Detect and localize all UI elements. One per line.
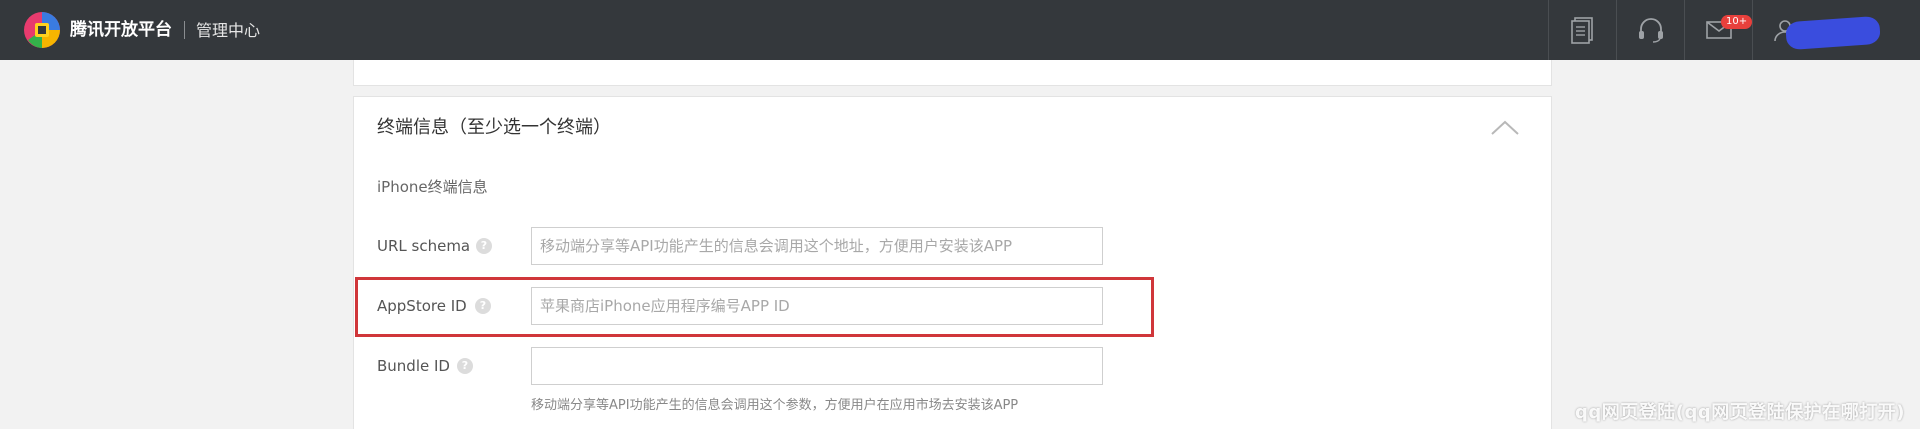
url-schema-row: URL schema ?: [354, 224, 1553, 268]
bundle-id-label: Bundle ID: [377, 357, 450, 375]
url-schema-input[interactable]: [531, 227, 1103, 265]
help-icon[interactable]: ?: [457, 358, 473, 374]
customer-service-button[interactable]: [1616, 0, 1684, 60]
messages-button[interactable]: 10+: [1684, 0, 1753, 60]
section-title: 终端信息（至少选一个终端）: [377, 117, 611, 138]
document-icon: [1570, 17, 1593, 44]
terminal-info-card: 终端信息（至少选一个终端） iPhone终端信息 URL schema ? Ap…: [353, 96, 1552, 429]
annotation-highlight-box: [355, 277, 1154, 337]
bundle-id-hint: 移动端分享等API功能产生的信息会调用这个参数，方便用户在应用市场去安装该APP: [531, 398, 1019, 413]
previous-section-card: [353, 60, 1552, 86]
watermark-text: qq网页登陆(qq网页登陆保护在哪打开): [1575, 402, 1905, 423]
headset-icon: [1638, 18, 1663, 43]
brand-name[interactable]: 腾讯开放平台: [70, 18, 172, 42]
help-icon[interactable]: ?: [476, 238, 492, 254]
management-center-link[interactable]: 管理中心: [196, 19, 260, 43]
bundle-id-row: Bundle ID ?: [354, 344, 1553, 388]
iphone-terminal-subtitle: iPhone终端信息: [377, 178, 488, 196]
documents-button[interactable]: [1548, 0, 1616, 60]
chevron-up-icon[interactable]: [1490, 117, 1520, 137]
brand-divider: [184, 21, 185, 39]
bundle-id-input[interactable]: [531, 347, 1103, 385]
url-schema-label: URL schema: [377, 237, 471, 255]
mail-count-badge: 10+: [1721, 15, 1753, 29]
top-navigation-bar: 腾讯开放平台 管理中心 10+: [0, 0, 1920, 60]
tencent-open-platform-logo-icon[interactable]: [22, 10, 62, 50]
